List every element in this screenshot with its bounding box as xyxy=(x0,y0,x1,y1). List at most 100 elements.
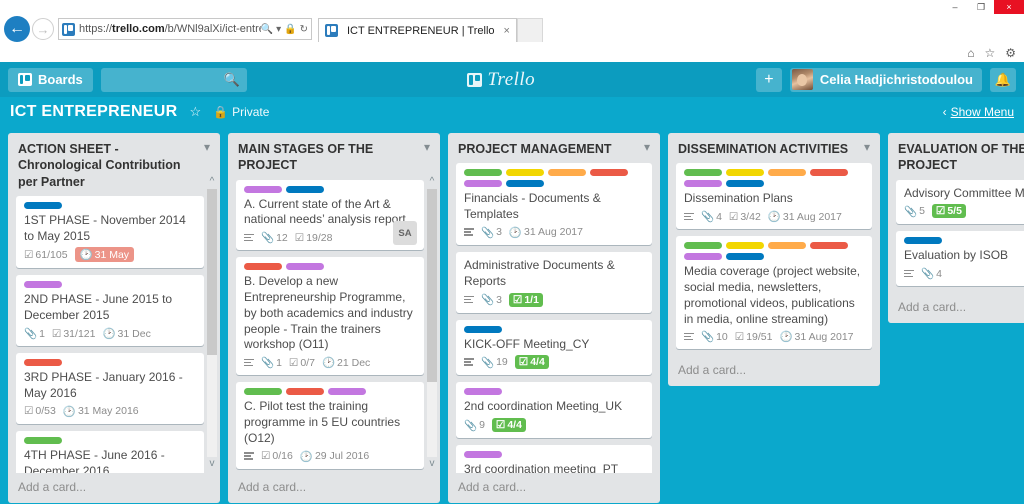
list-title[interactable]: DISSEMINATION ACTIVITIES xyxy=(678,141,858,157)
card-label-purple[interactable] xyxy=(464,180,502,188)
forward-arrow-icon[interactable]: → xyxy=(32,18,54,40)
card-member-avatar[interactable]: SA xyxy=(393,221,417,246)
board-card[interactable]: Administrative Documents & Reports 📎 3 ☑ 1/1 xyxy=(456,251,652,313)
search-input[interactable] xyxy=(100,72,290,87)
home-icon[interactable]: ⌂ xyxy=(967,46,974,60)
tab-close-icon[interactable]: × xyxy=(504,25,510,37)
card-label-blue[interactable] xyxy=(464,325,502,333)
trello-logo[interactable]: Trello xyxy=(255,69,748,91)
card-label-purple[interactable] xyxy=(24,281,62,289)
card-label-green[interactable] xyxy=(464,169,502,177)
card-label-orange[interactable] xyxy=(768,242,806,250)
board-card[interactable]: 2nd coordination Meeting_UK 📎 9 ☑ 4/4 xyxy=(456,382,652,439)
star-icon[interactable]: ☆ xyxy=(984,46,995,60)
board-card[interactable]: Media coverage (project website, social … xyxy=(676,236,872,350)
add-card-button[interactable]: Add a card... xyxy=(228,473,440,503)
gear-icon[interactable]: ⚙ xyxy=(1005,46,1016,60)
scrollbar-thumb[interactable] xyxy=(427,189,437,382)
card-label-red[interactable] xyxy=(810,242,848,250)
card-label-blue[interactable] xyxy=(726,253,764,261)
card-label-purple[interactable] xyxy=(244,185,282,193)
card-label-red[interactable] xyxy=(24,359,62,367)
chevron-down-icon[interactable]: ▾ xyxy=(276,24,281,35)
scroll-down-icon[interactable]: v xyxy=(430,459,435,469)
list-title[interactable]: PROJECT MANAGEMENT xyxy=(458,141,638,157)
card-label-red[interactable] xyxy=(286,388,324,396)
add-card-button[interactable]: Add a card... xyxy=(668,356,880,386)
list-scrollbar[interactable]: ^ v xyxy=(426,177,438,469)
board-card[interactable]: C. Pilot test the training programme in … xyxy=(236,382,424,469)
close-window-button[interactable]: × xyxy=(994,0,1024,14)
show-menu-button[interactable]: ‹ Show Menu xyxy=(943,105,1014,119)
card-label-red[interactable] xyxy=(590,169,628,177)
list-scrollbar[interactable]: ^ v xyxy=(206,177,218,469)
add-card-button[interactable]: Add a card... xyxy=(888,293,1024,323)
card-label-green[interactable] xyxy=(684,242,722,250)
card-label-red[interactable] xyxy=(810,169,848,177)
board-card[interactable]: 1ST PHASE - November 2014 to May 2015 ☑ 61… xyxy=(16,195,204,269)
card-label-red[interactable] xyxy=(244,263,282,271)
card-label-purple[interactable] xyxy=(286,263,324,271)
board-visibility[interactable]: 🔒 Private xyxy=(213,105,269,119)
back-arrow-icon[interactable]: ← xyxy=(4,16,30,42)
list-menu-icon[interactable]: ▾ xyxy=(864,141,870,153)
card-label-blue[interactable] xyxy=(726,180,764,188)
maximize-button[interactable]: ❐ xyxy=(968,0,994,14)
list-menu-icon[interactable]: ▾ xyxy=(204,141,210,153)
bell-icon[interactable]: 🔔 xyxy=(990,67,1016,92)
list-menu-icon[interactable]: ▾ xyxy=(644,141,650,153)
board-card[interactable]: B. Develop a new Entrepreneurship Progra… xyxy=(236,257,424,376)
refresh-icon[interactable]: ↻ xyxy=(300,24,308,35)
boards-button[interactable]: Boards xyxy=(8,67,93,92)
card-label-blue[interactable] xyxy=(286,185,324,193)
board-card[interactable]: 2ND PHASE - June 2015 to December 2015 📎 1… xyxy=(16,275,204,347)
board-card[interactable]: A. Current state of the Art & national n… xyxy=(236,179,424,251)
list-title[interactable]: ACTION SHEET - Chronological Contributio… xyxy=(18,141,198,190)
list-menu-icon[interactable]: ▾ xyxy=(424,141,430,153)
board-card[interactable]: Financials - Documents & Templates 📎 3 🕑 31 … xyxy=(456,163,652,245)
search-icon[interactable]: 🔍 xyxy=(224,72,240,88)
search-box[interactable]: 🔍 xyxy=(100,67,290,92)
add-button[interactable]: + xyxy=(755,67,782,92)
card-label-blue[interactable] xyxy=(904,237,942,245)
board-card[interactable]: Evaluation by ISOB 📎 4 xyxy=(896,231,1024,287)
card-label-yellow[interactable] xyxy=(506,169,544,177)
list-title[interactable]: EVALUATION OF THE PROJECT xyxy=(898,141,1024,174)
card-label-purple[interactable] xyxy=(684,253,722,261)
list-title[interactable]: MAIN STAGES OF THE PROJECT xyxy=(238,141,418,174)
member-menu[interactable]: Celia Hadjichristodoulou xyxy=(789,67,982,92)
card-label-yellow[interactable] xyxy=(726,169,764,177)
board-card[interactable]: 4TH PHASE - June 2016 - December 2016☑0/… xyxy=(16,430,204,473)
minimize-button[interactable]: – xyxy=(942,0,968,14)
card-label-orange[interactable] xyxy=(548,169,586,177)
card-label-orange[interactable] xyxy=(768,169,806,177)
address-bar[interactable]: https://trello.com/b/WNl9alXi/ict-entrep… xyxy=(58,18,312,40)
scroll-up-icon[interactable]: ^ xyxy=(210,177,215,187)
card-label-green[interactable] xyxy=(244,388,282,396)
board-card[interactable]: 3RD PHASE - January 2016 - May 2016 ☑ 0/53… xyxy=(16,353,204,424)
add-card-button[interactable]: Add a card... xyxy=(8,473,220,503)
scroll-down-icon[interactable]: v xyxy=(210,459,215,469)
tab-ict-entrepreneur[interactable]: ICT ENTREPRENEUR | Trello × xyxy=(318,18,517,42)
scroll-up-icon[interactable]: ^ xyxy=(430,177,435,187)
star-outline-icon[interactable]: ☆ xyxy=(189,104,201,120)
new-tab-button[interactable] xyxy=(516,18,543,42)
scrollbar-track[interactable] xyxy=(427,189,437,457)
card-label-green[interactable] xyxy=(684,169,722,177)
scrollbar-thumb[interactable] xyxy=(207,189,217,356)
card-label-yellow[interactable] xyxy=(726,242,764,250)
card-label-blue[interactable] xyxy=(506,180,544,188)
scrollbar-track[interactable] xyxy=(207,189,217,457)
search-icon[interactable]: 🔍 xyxy=(261,24,273,35)
board-card[interactable]: Dissemination Plans 📎 4 ☑ 3/42 🕑 31 Aug 2017 xyxy=(676,163,872,230)
board-card[interactable]: KICK-OFF Meeting_CY 📎 19 ☑ 4/4 xyxy=(456,319,652,376)
board-card[interactable]: 3rd coordination meeting_PT📎1☑0/4 xyxy=(456,445,652,473)
card-label-purple[interactable] xyxy=(684,180,722,188)
card-label-green[interactable] xyxy=(24,436,62,444)
card-label-blue[interactable] xyxy=(24,201,62,209)
board-card[interactable]: Advisory Committee Members 📎5 ☑5/5 xyxy=(896,179,1024,225)
card-label-purple[interactable] xyxy=(464,451,502,459)
card-label-purple[interactable] xyxy=(328,388,366,396)
card-label-purple[interactable] xyxy=(464,388,502,396)
add-card-button[interactable]: Add a card... xyxy=(448,473,660,503)
